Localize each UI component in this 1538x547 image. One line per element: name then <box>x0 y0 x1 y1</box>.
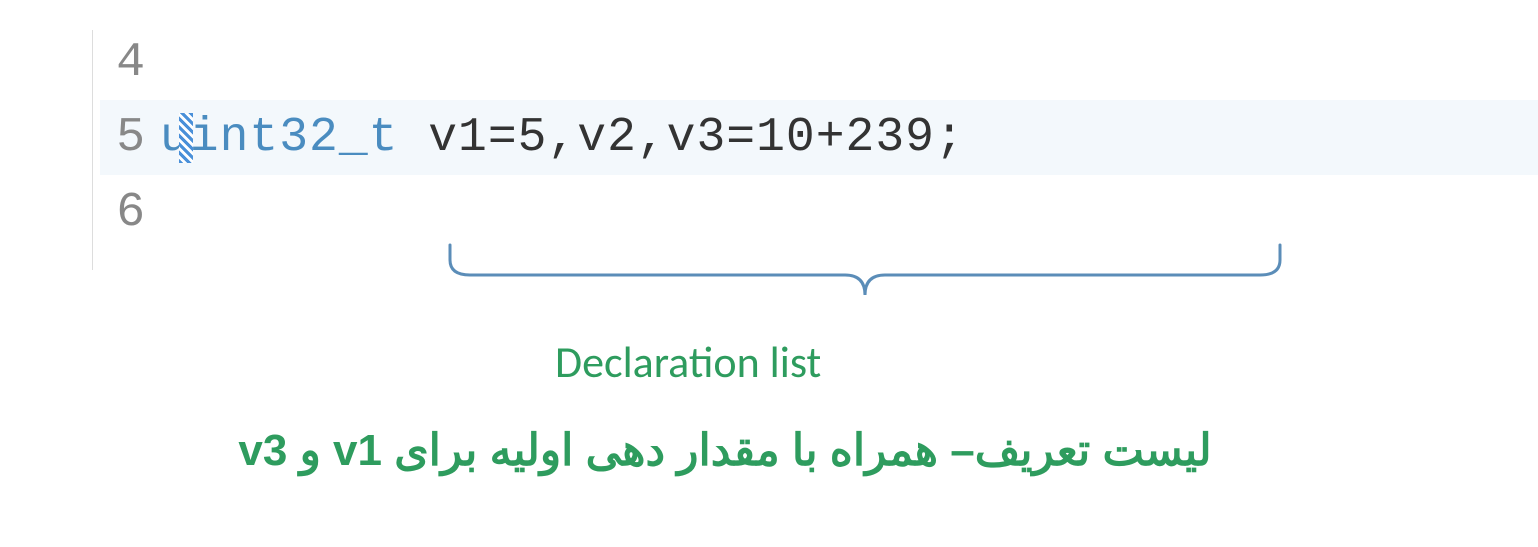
type-keyword: uint32_t <box>160 111 398 165</box>
annotation-label-english: Declaration list <box>555 335 821 389</box>
diagram-container: 4 5 uint32_t v1=5,v2,v3=10+239; 6 Declar… <box>0 0 1538 547</box>
code-content: uint32_t v1=5,v2,v3=10+239; <box>160 111 965 165</box>
code-line-4: 4 <box>100 25 1538 100</box>
curly-brace-annotation <box>445 240 1285 320</box>
bookmark-marker <box>179 113 193 163</box>
line-number: 5 <box>100 111 160 165</box>
code-area: 4 5 uint32_t v1=5,v2,v3=10+239; 6 <box>0 25 1538 250</box>
code-line-5: 5 uint32_t v1=5,v2,v3=10+239; <box>100 100 1538 175</box>
editor-gutter <box>75 30 93 270</box>
line-number: 4 <box>100 36 160 90</box>
declaration-text: v1=5,v2,v3=10+239; <box>398 111 964 165</box>
line-number: 6 <box>100 186 160 240</box>
annotation-label-farsi: لیست تعریف– همراه با مقدار دهی اولیه برا… <box>195 425 1255 476</box>
code-line-6: 6 <box>100 175 1538 250</box>
